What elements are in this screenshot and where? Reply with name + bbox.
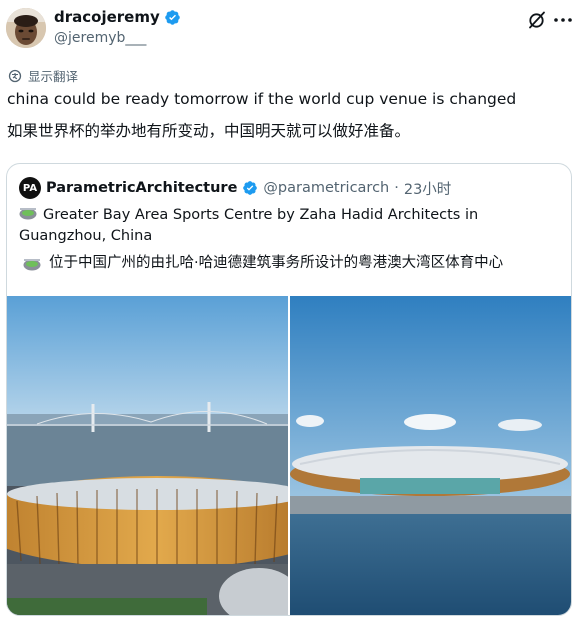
quote-display-name[interactable]: ParametricArchitecture	[46, 180, 237, 196]
stadium-photo-aerial[interactable]	[7, 296, 288, 615]
stadium-emoji-icon	[23, 258, 41, 270]
show-translation-link[interactable]: 显示翻译	[8, 66, 78, 85]
tweet-text-zh: 如果世界杯的举办地有所变动，中国明天就可以做好准备。	[7, 122, 411, 140]
quote-text-zh-row: 位于中国广州的由扎哈·哈迪德建筑事务所设计的粤港澳大湾区体育中心	[23, 253, 503, 274]
quote-tweet-card[interactable]: PA ParametricArchitecture @parametricarc…	[6, 163, 572, 616]
verified-badge-icon	[243, 181, 258, 195]
translate-icon	[8, 69, 22, 82]
quote-time[interactable]: 23小时	[404, 178, 451, 199]
quote-handle[interactable]: @parametricarch	[263, 180, 389, 196]
author-name-row[interactable]: dracojeremy	[54, 8, 181, 26]
tweet-text-en: china could be ready tomorrow if the wor…	[7, 90, 517, 108]
author-handle[interactable]: @jeremyb___	[54, 30, 146, 46]
grok-icon[interactable]	[527, 10, 547, 30]
verified-badge-icon	[164, 9, 180, 25]
quote-separator: ·	[394, 180, 399, 196]
stadium-photo-waterfront[interactable]	[290, 296, 571, 615]
quote-avatar[interactable]: PA	[19, 177, 41, 199]
more-icon[interactable]	[552, 10, 574, 30]
translate-label[interactable]: 显示翻译	[28, 66, 78, 85]
stadium-emoji-icon	[19, 208, 37, 220]
quote-header: PA ParametricArchitecture @parametricarc…	[19, 177, 451, 199]
author-avatar[interactable]	[6, 8, 46, 48]
quote-text-zh: 位于中国广州的由扎哈·哈迪德建筑事务所设计的粤港澳大湾区体育中心	[49, 255, 504, 271]
quote-text-en: Greater Bay Area Sports Centre by Zaha H…	[19, 207, 479, 244]
quote-text-en-row: Greater Bay Area Sports Centre by Zaha H…	[19, 205, 559, 247]
author-display-name[interactable]: dracojeremy	[54, 8, 160, 26]
